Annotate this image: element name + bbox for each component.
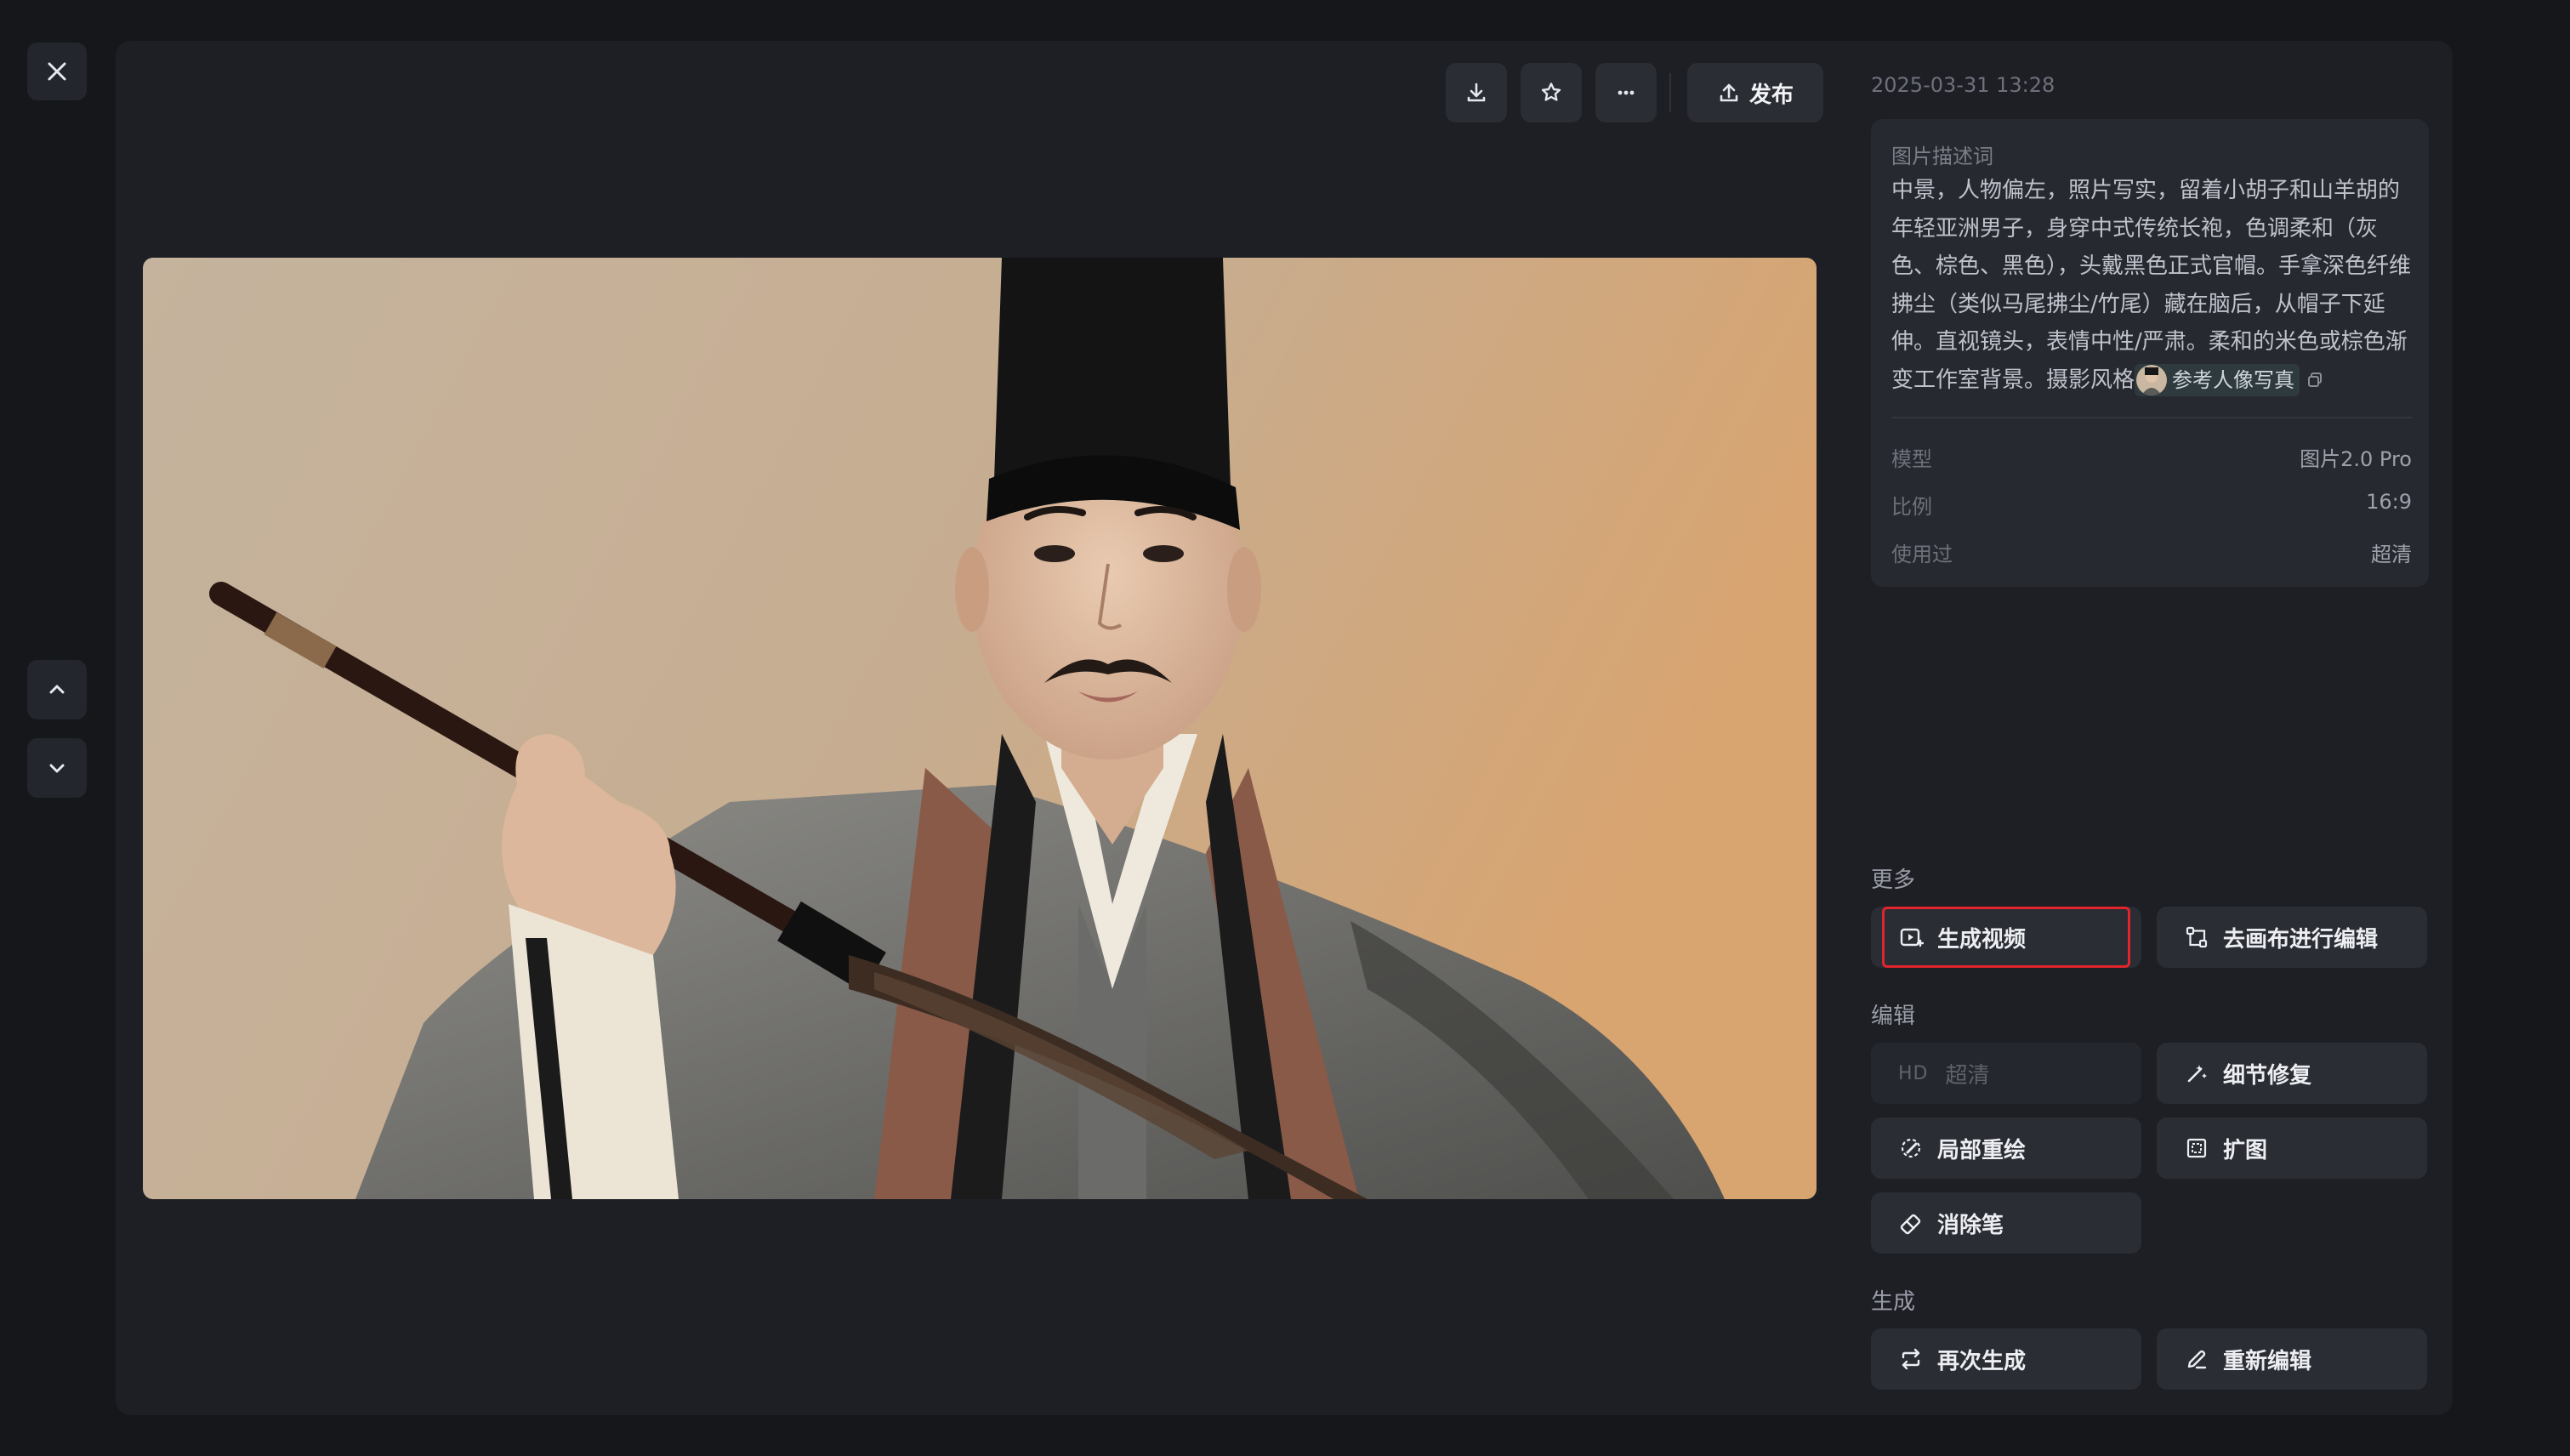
close-button[interactable] bbox=[27, 43, 87, 100]
more-options-button[interactable] bbox=[1595, 63, 1657, 122]
pencil-icon bbox=[2187, 1350, 2207, 1369]
inpaint-label: 局部重绘 bbox=[1937, 1137, 2027, 1163]
info-row-used: 使用过 超清 bbox=[1891, 537, 2412, 567]
video-add-icon bbox=[1900, 928, 1924, 947]
detail-fix-label: 细节修复 bbox=[2223, 1062, 2312, 1089]
repeat-icon bbox=[1902, 1348, 1920, 1370]
close-icon bbox=[48, 62, 66, 81]
prompt-title: 图片描述词 bbox=[1891, 145, 1993, 168]
reedit-button[interactable]: 重新编辑 bbox=[2157, 1328, 2427, 1390]
next-image-button[interactable] bbox=[27, 738, 87, 798]
publish-label: 发布 bbox=[1748, 82, 1794, 108]
section-generate-title: 生成 bbox=[1871, 1289, 1916, 1315]
reedit-label: 重新编辑 bbox=[2223, 1348, 2312, 1374]
info-divider bbox=[1891, 417, 2412, 418]
detail-fix-button[interactable]: 细节修复 bbox=[2157, 1043, 2427, 1104]
info-value: 16:9 bbox=[2366, 490, 2412, 514]
chevron-down-icon bbox=[49, 764, 65, 773]
info-value: 图片2.0 Pro bbox=[2300, 447, 2412, 471]
timestamp: 2025-03-31 13:28 bbox=[1871, 73, 2055, 97]
more-icon bbox=[1618, 90, 1635, 95]
copy-icon[interactable] bbox=[2305, 370, 2325, 390]
info-key: 比例 bbox=[1891, 495, 1932, 519]
toolbar-divider bbox=[1669, 73, 1671, 112]
canvas-edit-button[interactable]: 去画布进行编辑 bbox=[2157, 907, 2427, 968]
reference-chip-label: 参考人像写真 bbox=[2172, 368, 2295, 392]
expand-icon bbox=[2186, 1138, 2207, 1158]
expand-button[interactable]: 扩图 bbox=[2157, 1118, 2427, 1179]
upload-icon bbox=[1720, 83, 1738, 102]
previous-image-button[interactable] bbox=[27, 660, 87, 719]
download-button[interactable] bbox=[1446, 63, 1507, 122]
upscale-button[interactable]: HD 超清 bbox=[1871, 1043, 2141, 1104]
eraser-label: 消除笔 bbox=[1937, 1212, 2004, 1238]
brush-icon bbox=[1901, 1138, 1921, 1158]
favorite-button[interactable] bbox=[1521, 63, 1582, 122]
eraser-button[interactable]: 消除笔 bbox=[1871, 1192, 2141, 1254]
generated-image[interactable] bbox=[143, 258, 1817, 1199]
portrait-image bbox=[143, 258, 1817, 1199]
generate-video-label: 生成视频 bbox=[1937, 926, 2027, 953]
inpaint-button[interactable]: 局部重绘 bbox=[1871, 1118, 2141, 1179]
info-row-ratio: 比例 16:9 bbox=[1891, 490, 2412, 520]
chevron-up-icon bbox=[49, 685, 65, 694]
publish-button[interactable]: 发布 bbox=[1687, 63, 1823, 122]
magic-wand-icon bbox=[2187, 1065, 2207, 1083]
info-key: 模型 bbox=[1891, 447, 1932, 471]
regenerate-button[interactable]: 再次生成 bbox=[1871, 1328, 2141, 1390]
star-icon bbox=[1541, 82, 1561, 101]
section-edit-title: 编辑 bbox=[1871, 1004, 1916, 1029]
upscale-label: 超清 bbox=[1945, 1062, 1990, 1089]
hd-icon: HD bbox=[1898, 1062, 1929, 1084]
download-icon bbox=[1467, 82, 1486, 102]
info-key: 使用过 bbox=[1891, 543, 1953, 566]
eraser-icon bbox=[1900, 1214, 1921, 1235]
prompt-info-card: 图片描述词 中景，人物偏左，照片写实，留着小胡子和山羊胡的年轻亚洲男子，身穿中式… bbox=[1871, 119, 2429, 587]
canvas-edit-label: 去画布进行编辑 bbox=[2223, 926, 2379, 953]
expand-label: 扩图 bbox=[2223, 1137, 2268, 1163]
generate-video-button[interactable]: 生成视频 bbox=[1871, 907, 2141, 968]
section-more-title: 更多 bbox=[1871, 867, 1916, 893]
reference-chip[interactable]: 参考人像写真 bbox=[2135, 364, 2300, 396]
reference-avatar bbox=[2136, 365, 2168, 395]
info-value: 超清 bbox=[2371, 543, 2412, 566]
prompt-text: 中景，人物偏左，照片写实，留着小胡子和山羊胡的年轻亚洲男子，身穿中式传统长袍，色… bbox=[1891, 178, 2412, 393]
regenerate-label: 再次生成 bbox=[1937, 1348, 2027, 1374]
prompt-description: 中景，人物偏左，照片写实，留着小胡子和山羊胡的年轻亚洲男子，身穿中式传统长袍，色… bbox=[1891, 172, 2412, 399]
canvas-icon bbox=[2186, 926, 2208, 948]
info-row-model: 模型 图片2.0 Pro bbox=[1891, 442, 2412, 472]
